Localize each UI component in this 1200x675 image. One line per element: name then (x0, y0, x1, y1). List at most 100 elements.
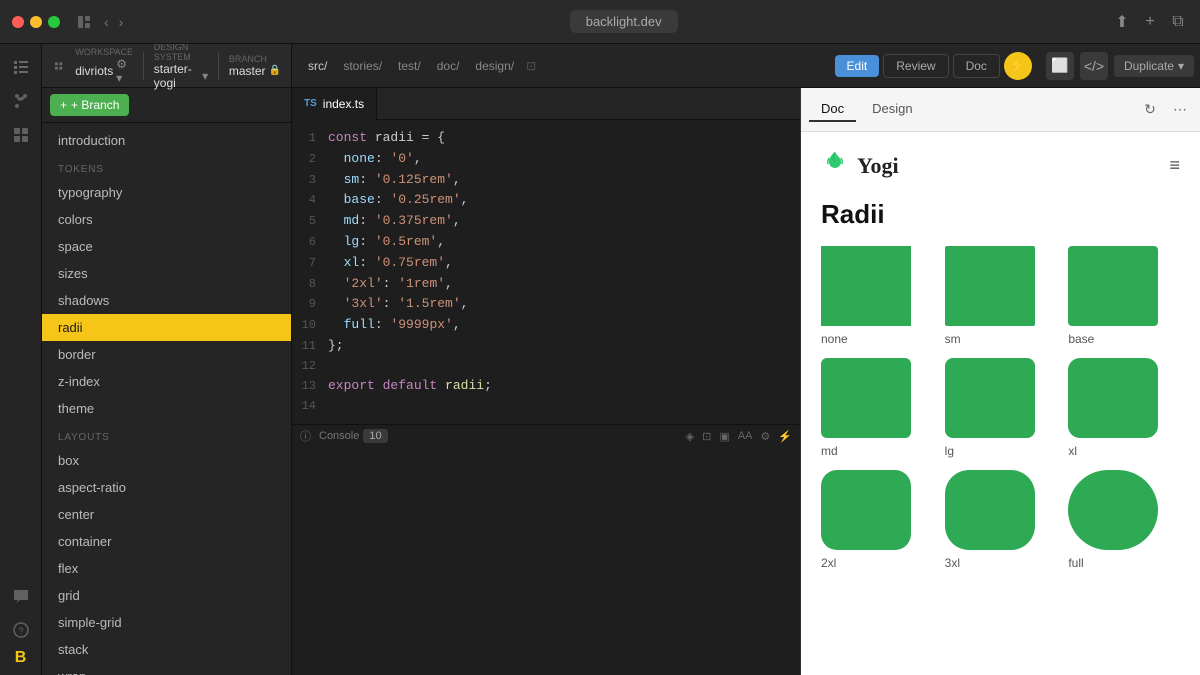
branch-button[interactable]: + + Branch (50, 94, 129, 116)
edit-button[interactable]: Edit (835, 55, 880, 77)
activity-icon-code[interactable] (6, 52, 36, 82)
code-line-2: 2 none: '0', (292, 149, 800, 170)
activity-icon-components[interactable] (6, 120, 36, 150)
share-icon[interactable]: ⬆ (1112, 12, 1132, 32)
back-arrow[interactable]: ‹ (100, 12, 113, 32)
code-line-7: 7 xl: '0.75rem', (292, 253, 800, 274)
activity-icon-help[interactable]: ? (6, 615, 36, 645)
sidebar-item-flex[interactable]: flex (42, 555, 291, 582)
typescript-icon: TS (304, 98, 317, 109)
editor-toolbar: src/ stories/ test/ doc/ design/ ⊡ Edit … (292, 44, 1200, 88)
path-tab-src[interactable]: src/ (300, 57, 335, 75)
radii-item-none: none (821, 246, 933, 346)
radii-label-lg: lg (945, 444, 954, 458)
sidebar-item-theme[interactable]: theme (42, 395, 291, 422)
branch-name: master 🔒 (229, 64, 281, 78)
windows-icon[interactable]: ⧉ (1168, 12, 1188, 32)
sidebar-item-colors[interactable]: colors (42, 206, 291, 233)
main-area: src/ stories/ test/ doc/ design/ ⊡ Edit … (292, 44, 1200, 675)
more-options-icon[interactable]: ⋯ (1168, 98, 1192, 122)
radii-box-lg (945, 358, 1035, 438)
sidebar-item-stack[interactable]: stack (42, 636, 291, 663)
minimize-button[interactable] (30, 16, 42, 28)
code-editor[interactable]: TS index.ts 1 const radii = { 2 none: '0… (292, 88, 800, 675)
doc-menu-icon[interactable]: ≡ (1169, 155, 1180, 176)
sidebar-item-sizes[interactable]: sizes (42, 260, 291, 287)
radii-box-xl (1068, 358, 1158, 438)
radii-box-2xl (821, 470, 911, 550)
path-tab-test[interactable]: test/ (390, 57, 429, 75)
path-tab-stories[interactable]: stories/ (335, 57, 390, 75)
activity-icon-git[interactable] (6, 86, 36, 116)
refresh-icon[interactable]: ↻ (1138, 98, 1162, 122)
activity-bar: ? B (0, 44, 42, 675)
radii-label-base: base (1068, 332, 1094, 346)
top-toolbar: + + Branch (42, 88, 291, 123)
layout-icon (76, 14, 92, 30)
more-files-icon[interactable]: ⊡ (526, 59, 536, 73)
doc-header: Yogi ≡ (821, 148, 1180, 183)
sidebar: Workspace divriots ⚙ ▾ design system sta… (42, 44, 292, 675)
sidebar-item-grid[interactable]: grid (42, 582, 291, 609)
radii-label-sm: sm (945, 332, 961, 346)
design-system-name: starter-yogi ▾ (154, 62, 208, 90)
sidebar-item-z-index[interactable]: z-index (42, 368, 291, 395)
duplicate-button[interactable]: Duplicate ▾ (1114, 55, 1194, 77)
sidebar-item-typography[interactable]: typography (42, 179, 291, 206)
console-label[interactable]: Console 10 (319, 429, 388, 443)
radii-grid: nonesmbasemdlgxl2xl3xlfull (821, 246, 1180, 570)
activity-icon-messages[interactable] (6, 581, 36, 611)
review-button[interactable]: Review (883, 54, 948, 78)
status-aa-icon: AA (738, 430, 753, 442)
tokens-section-label: TOKENS (42, 154, 291, 179)
sidebar-item-border[interactable]: border (42, 341, 291, 368)
doc-logo-text: Yogi (857, 153, 899, 179)
titlebar-right: ⬆ + ⧉ (1112, 12, 1188, 32)
radii-box-3xl (945, 470, 1035, 550)
code-line-1: 1 const radii = { (292, 128, 800, 149)
radii-item-xl: xl (1068, 358, 1180, 458)
sidebar-item-radii[interactable]: radii (42, 314, 291, 341)
workspace-icon (52, 57, 65, 75)
new-tab-icon[interactable]: + (1140, 12, 1160, 32)
file-tab-index-ts[interactable]: TS index.ts (292, 88, 377, 120)
forward-arrow[interactable]: › (115, 12, 128, 32)
radii-box-none (821, 246, 911, 326)
doc-logo: Yogi (821, 148, 899, 183)
yogi-logo-icon (821, 148, 849, 183)
sidebar-item-wrap[interactable]: wrap (42, 663, 291, 675)
sidebar-item-simple-grid[interactable]: simple-grid (42, 609, 291, 636)
close-button[interactable] (12, 16, 24, 28)
radii-box-full (1068, 470, 1158, 550)
sidebar-item-shadows[interactable]: shadows (42, 287, 291, 314)
branch-button-label: + Branch (71, 98, 119, 112)
editor-content: TS index.ts 1 const radii = { 2 none: '0… (292, 88, 1200, 675)
monitor-icon[interactable]: ⬜ (1046, 52, 1074, 80)
maximize-button[interactable] (48, 16, 60, 28)
radii-item-sm: sm (945, 246, 1057, 346)
lightning-button[interactable]: ⚡ (1004, 52, 1032, 80)
sidebar-item-center[interactable]: center (42, 501, 291, 528)
sidebar-item-space[interactable]: space (42, 233, 291, 260)
status-window-icon: ▣ (719, 430, 729, 443)
workspace-name: divriots ⚙ ▾ (75, 57, 133, 85)
backlight-logo: B (15, 649, 27, 667)
code-icon[interactable]: </> (1080, 52, 1108, 80)
sidebar-item-container[interactable]: container (42, 528, 291, 555)
radii-item-md: md (821, 358, 933, 458)
path-tab-design[interactable]: design/ (467, 57, 522, 75)
doc-button[interactable]: Doc (953, 54, 1000, 78)
right-panel: Doc Design ↻ ⋯ (800, 88, 1200, 675)
traffic-lights (12, 16, 60, 28)
path-tab-doc[interactable]: doc/ (429, 57, 468, 75)
tab-doc[interactable]: Doc (809, 97, 856, 122)
sidebar-item-introduction[interactable]: introduction (42, 127, 291, 154)
sidebar-item-box[interactable]: box (42, 447, 291, 474)
file-tab-name: index.ts (323, 97, 364, 111)
workspace-section: Workspace divriots ⚙ ▾ (75, 47, 133, 85)
tab-design[interactable]: Design (860, 97, 924, 122)
radii-box-md (821, 358, 911, 438)
radii-label-md: md (821, 444, 838, 458)
sidebar-item-aspect-ratio[interactable]: aspect-ratio (42, 474, 291, 501)
radii-item-3xl: 3xl (945, 470, 1057, 570)
